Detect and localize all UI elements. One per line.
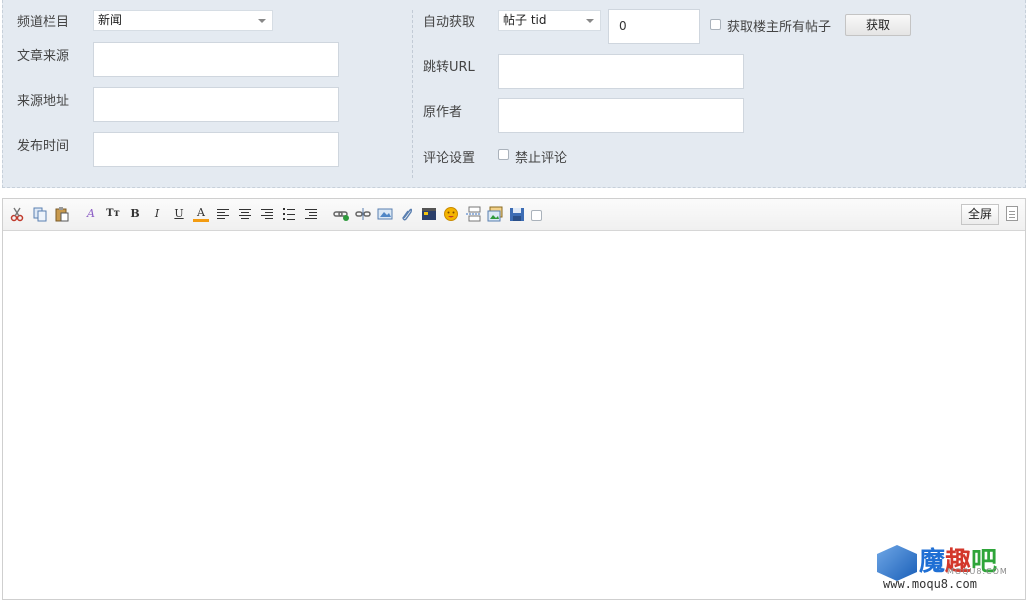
fetch-type-select[interactable]: 帖子 tid — [498, 10, 601, 31]
publish-time-label: 发布时间 — [17, 139, 70, 154]
publish-time-input[interactable] — [93, 132, 339, 167]
chevron-down-icon — [586, 19, 594, 23]
fetch-type-value: 帖子 tid — [503, 13, 547, 27]
cut-icon[interactable] — [9, 206, 25, 222]
ordered-list-icon[interactable] — [281, 206, 297, 222]
auto-fetch-label: 自动获取 — [423, 15, 476, 30]
author-label: 原作者 — [423, 105, 463, 120]
page-break-icon[interactable] — [465, 206, 481, 222]
source-url-label: 来源地址 — [17, 94, 70, 109]
author-input[interactable] — [498, 98, 744, 133]
disable-comment-checkbox[interactable] — [498, 149, 509, 160]
tid-input[interactable]: 0 — [608, 9, 700, 44]
article-form-panel: 频道栏目 新闻 文章来源 来源地址 发布时间 自动获取 帖子 tid 0 获取楼… — [2, 0, 1026, 188]
redirect-url-label: 跳转URL — [423, 60, 475, 75]
source-input[interactable] — [93, 42, 339, 77]
italic-icon[interactable]: I — [149, 206, 165, 222]
copy-icon[interactable] — [32, 206, 48, 222]
align-left-icon[interactable] — [215, 206, 231, 222]
fullscreen-button[interactable]: 全屏 — [961, 204, 999, 225]
font-color-icon[interactable]: A — [193, 206, 209, 222]
cube-logo-icon — [877, 545, 917, 581]
all-posts-checkbox[interactable] — [710, 19, 721, 30]
editor-content-area[interactable] — [3, 232, 1025, 599]
redirect-url-input[interactable] — [498, 54, 744, 89]
disable-comment-label: 禁止评论 — [515, 151, 568, 166]
paste-icon[interactable] — [54, 206, 70, 222]
link-icon[interactable] — [333, 206, 349, 222]
watermark-url: www.moqu8.com — [883, 577, 977, 591]
image-icon[interactable] — [377, 206, 393, 222]
align-center-icon[interactable] — [237, 206, 253, 222]
chevron-down-icon — [258, 19, 266, 23]
fetch-button[interactable]: 获取 — [845, 14, 911, 36]
channel-select-value: 新闻 — [98, 13, 123, 27]
underline-icon[interactable]: U — [171, 206, 187, 222]
bold-icon[interactable]: B — [127, 206, 143, 222]
watermark-sub: MOQU8.COM — [947, 567, 1008, 576]
source-document-icon[interactable] — [1006, 206, 1018, 221]
source-label: 文章来源 — [17, 49, 70, 64]
font-size-icon[interactable]: Tт — [105, 206, 121, 222]
attachment-icon[interactable] — [399, 206, 415, 222]
column-divider — [412, 10, 413, 178]
video-icon[interactable] — [421, 206, 437, 222]
channel-select[interactable]: 新闻 — [93, 10, 273, 31]
align-right-icon[interactable] — [259, 206, 275, 222]
comment-settings-label: 评论设置 — [423, 151, 476, 166]
editor-toolbar: A Tт B I U A 全屏 — [3, 199, 1025, 231]
insert-table-icon[interactable] — [487, 206, 503, 222]
smiley-icon[interactable] — [443, 206, 459, 222]
source-url-input[interactable] — [93, 87, 339, 122]
unlink-icon[interactable] — [355, 206, 371, 222]
unordered-list-icon[interactable] — [303, 206, 319, 222]
channel-label: 频道栏目 — [17, 15, 70, 30]
save-icon[interactable] — [509, 206, 525, 222]
watermark-logo: 魔趣吧 MOQU8.COM www.moqu8.com — [877, 541, 1011, 593]
font-face-icon[interactable]: A — [83, 206, 99, 222]
all-posts-label: 获取楼主所有帖子 — [727, 20, 832, 35]
watermark-char-mo: 魔 — [919, 547, 946, 577]
rich-text-editor: A Tт B I U A 全屏 魔趣吧 MOQU8.COM www.moqu8.… — [2, 198, 1026, 600]
toolbar-checkbox[interactable] — [531, 210, 542, 221]
